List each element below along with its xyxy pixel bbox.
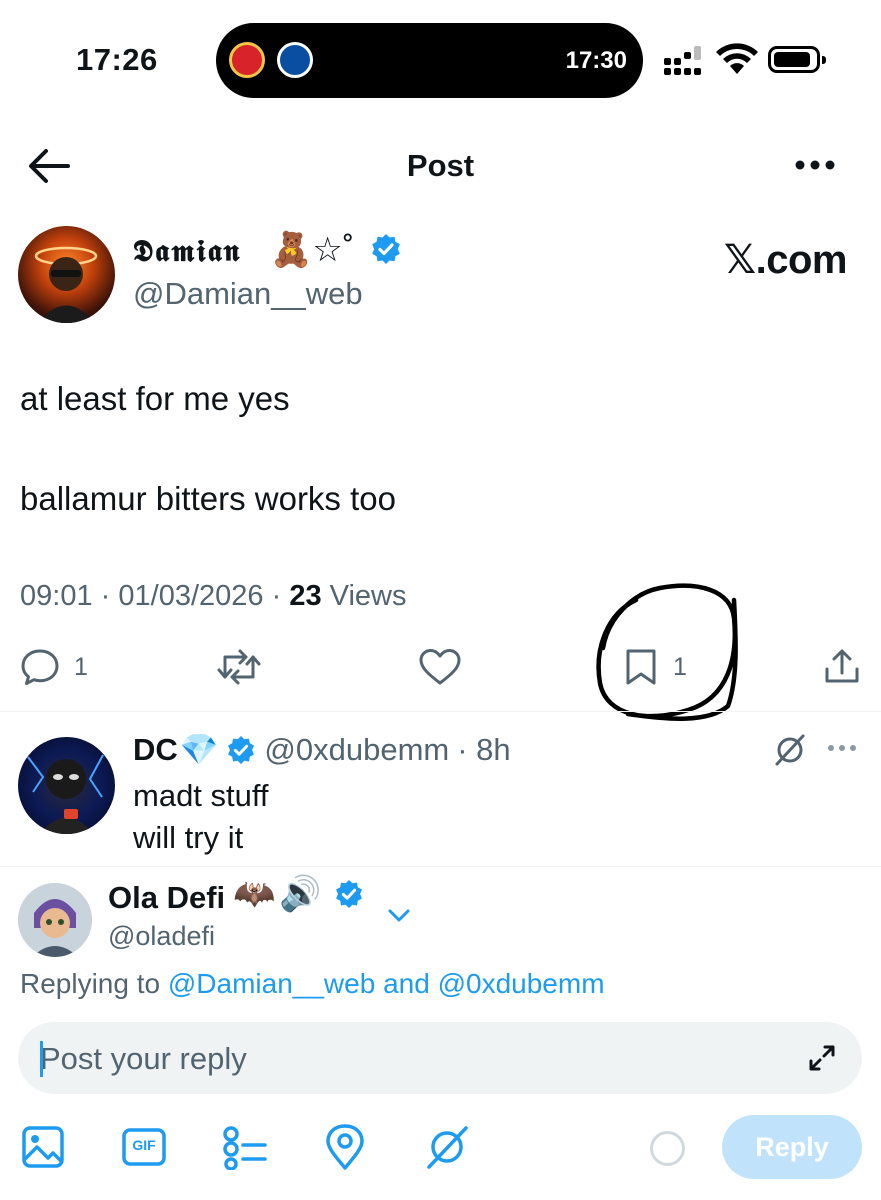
gif-button[interactable]: GIF bbox=[121, 1124, 167, 1170]
grok-icon[interactable] bbox=[773, 733, 807, 767]
page-title: Post bbox=[406, 148, 475, 183]
live-activity-time: 17:30 bbox=[565, 47, 627, 74]
reply-input[interactable] bbox=[40, 1039, 760, 1079]
user-handle: @oladefi bbox=[108, 921, 215, 951]
character-count-ring bbox=[650, 1131, 685, 1166]
reply-header: DC 💎 @0xdubemm · 8h bbox=[133, 731, 511, 768]
share-action[interactable] bbox=[822, 645, 862, 689]
chevron-down-icon[interactable] bbox=[386, 905, 412, 925]
bookmark-count: 1 bbox=[673, 652, 687, 681]
replying-prefix: Replying to bbox=[20, 968, 161, 999]
bookmark-icon bbox=[626, 649, 656, 685]
divider bbox=[0, 866, 881, 867]
divider bbox=[0, 711, 881, 712]
reply-count: 1 bbox=[74, 652, 88, 681]
verified-badge-icon bbox=[371, 234, 400, 264]
reply-text-line: will try it bbox=[133, 820, 244, 855]
dynamic-island[interactable]: 17:30 bbox=[216, 23, 643, 98]
like-action[interactable] bbox=[418, 645, 476, 689]
replying-to-link[interactable]: @0xdubemm bbox=[438, 968, 605, 999]
user-name[interactable]: Ola Defi bbox=[108, 880, 225, 916]
reply-button[interactable]: Reply bbox=[722, 1115, 862, 1179]
name-emoji: 🦇 bbox=[233, 875, 276, 913]
post-time: 09:01 bbox=[20, 580, 93, 612]
reply-author-name[interactable]: DC bbox=[133, 732, 178, 768]
verified-badge-icon bbox=[335, 879, 362, 909]
repost-action[interactable] bbox=[216, 645, 276, 689]
comment-icon bbox=[21, 649, 59, 685]
replying-conjunction[interactable]: and bbox=[383, 968, 430, 999]
post-text-line: ballamur bitters works too bbox=[20, 480, 396, 517]
expand-icon[interactable] bbox=[806, 1042, 838, 1074]
author-handle[interactable]: @Damian__web bbox=[133, 276, 363, 312]
replying-to-link[interactable]: @Damian__web bbox=[168, 968, 375, 999]
location-icon[interactable] bbox=[322, 1124, 368, 1170]
name-emoji: 💎 bbox=[179, 732, 219, 767]
wifi-icon bbox=[716, 43, 758, 74]
reply-action[interactable]: 1 bbox=[20, 645, 88, 689]
grok-icon[interactable] bbox=[424, 1124, 470, 1170]
text-caret bbox=[40, 1041, 43, 1077]
post-text-line: at least for me yes bbox=[20, 380, 290, 417]
cellular-signal-icon bbox=[664, 46, 701, 75]
name-emoji: 🧸☆˚ bbox=[270, 231, 355, 269]
status-time: 17:26 bbox=[76, 42, 158, 77]
heart-icon bbox=[419, 649, 461, 685]
poll-icon[interactable] bbox=[221, 1124, 267, 1170]
meta-separator: · bbox=[100, 580, 111, 612]
share-icon bbox=[825, 649, 859, 683]
image-icon[interactable] bbox=[20, 1124, 66, 1170]
post-date: 01/03/2026 bbox=[118, 580, 264, 612]
reply-text-line: madt stuff bbox=[133, 778, 269, 813]
battery-icon bbox=[768, 46, 826, 73]
chelsea-crest-icon bbox=[277, 42, 313, 78]
reply-box[interactable] bbox=[18, 1022, 862, 1094]
reply-more-icon[interactable] bbox=[824, 738, 860, 758]
user-name-decoration: 🦇 🔊 bbox=[233, 874, 364, 914]
views-label[interactable]: Views bbox=[330, 580, 407, 612]
author-name[interactable]: 𝕯𝖆𝖒𝖎𝖆𝖓 bbox=[133, 234, 241, 269]
post-meta: 09:01 · 01/03/2026 · 23 Views bbox=[20, 580, 407, 613]
verified-badge-icon bbox=[228, 735, 255, 764]
reply-author-handle[interactable]: @0xdubemm bbox=[264, 732, 449, 768]
repost-icon bbox=[217, 649, 261, 685]
author-avatar[interactable] bbox=[18, 226, 115, 323]
views-count[interactable]: 23 bbox=[289, 580, 321, 612]
more-options-icon[interactable] bbox=[790, 150, 838, 180]
author-name-decoration: 🧸☆˚ bbox=[270, 230, 402, 270]
name-emoji: 🔊 bbox=[279, 875, 322, 913]
brand-label: 𝕏.com bbox=[723, 238, 848, 282]
bookmark-action[interactable]: 1 bbox=[623, 645, 687, 689]
gif-label: GIF bbox=[132, 1137, 156, 1153]
user-avatar[interactable] bbox=[18, 883, 92, 957]
meta-separator: · bbox=[271, 580, 282, 612]
replying-to: Replying to @Damian__web and @0xdubemm bbox=[20, 968, 605, 1000]
arsenal-crest-icon bbox=[229, 42, 265, 78]
reply-age: · 8h bbox=[457, 731, 511, 767]
reply-avatar[interactable] bbox=[18, 737, 115, 834]
